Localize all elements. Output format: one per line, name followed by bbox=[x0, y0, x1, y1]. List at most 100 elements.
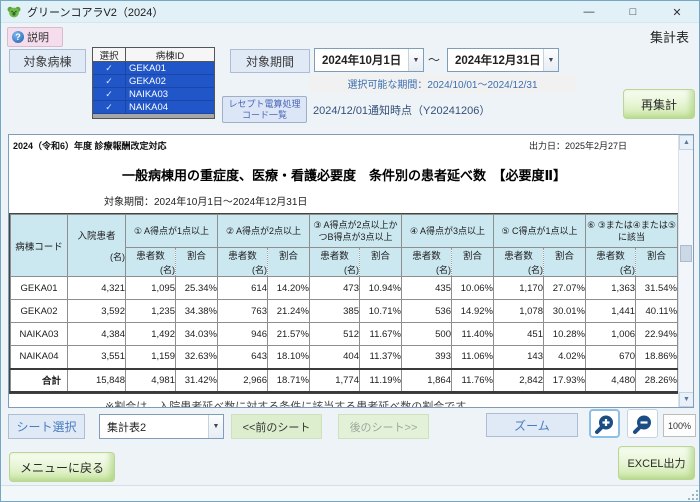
excel-export-button[interactable]: EXCEL出力 bbox=[618, 446, 695, 480]
ward-row[interactable]: ✓ GEKA01 bbox=[93, 62, 214, 75]
help-button[interactable]: ? 説明 bbox=[7, 27, 63, 47]
patients-cell: 500 bbox=[401, 322, 452, 346]
scroll-up-icon[interactable]: ▲ bbox=[679, 135, 693, 150]
receipt-code-list-button[interactable]: レセプト電算処理 コード一覧 bbox=[222, 96, 307, 123]
ward-row[interactable]: ✓ GEKA02 bbox=[93, 75, 214, 88]
minimize-button[interactable]: — bbox=[567, 1, 611, 23]
status-bar bbox=[1, 485, 699, 501]
help-button-label: 説明 bbox=[27, 32, 49, 44]
period-end-dropdown[interactable]: 2024年12月31日 ▼ bbox=[447, 48, 559, 72]
scrollbar-thumb[interactable] bbox=[680, 245, 692, 262]
patients-cell: 946 bbox=[217, 322, 268, 346]
chevron-down-icon[interactable]: ▼ bbox=[408, 49, 423, 71]
zoom-percent: 100% bbox=[663, 414, 696, 437]
table-group-header-row: 病棟コード 入院患者 (名) ① A得点が1点以上 ② A得点が2点以上 ③ A得点… bbox=[10, 214, 679, 277]
target-period-label: 対象期間 bbox=[230, 49, 310, 73]
patients-cell: 4,480 bbox=[585, 367, 637, 393]
sub-header-patients: 患者数 (名) bbox=[401, 247, 452, 277]
zoom-in-button[interactable] bbox=[589, 409, 620, 438]
sub-header-ratio: 割合 bbox=[635, 247, 679, 277]
sheet-select-label: シート選択 bbox=[8, 414, 85, 439]
scroll-down-icon[interactable]: ▼ bbox=[679, 392, 693, 407]
ward-code-cell: GEKA02 bbox=[10, 299, 68, 323]
ratio-cell: 21.24% bbox=[267, 299, 310, 323]
report-title: 一般病棟用の重症度、医療・看護必要度 条件別の患者延べ数 【必要度Ⅱ】 bbox=[121, 168, 567, 183]
ward-row[interactable]: ✓ NAIKA04 bbox=[93, 101, 214, 114]
sub-header-patients-label: 患者数 bbox=[504, 251, 533, 262]
receipt-button-line1: レセプト電算処理 bbox=[228, 98, 301, 109]
sub-header-patients: 患者数 (名) bbox=[217, 247, 268, 277]
ratio-cell: 11.76% bbox=[451, 367, 494, 393]
back-to-menu-button[interactable]: メニューに戻る bbox=[9, 452, 115, 482]
zoom-label: ズーム bbox=[486, 413, 578, 437]
table-row: NAIKA03 4,384 1,492 34.03% 946 21.57% 512 11.67… bbox=[10, 322, 679, 346]
sub-header-ratio: 割合 bbox=[451, 247, 494, 277]
ward-grid-body: ✓ GEKA01 ✓ GEKA02 ✓ NAIKA03 ✓ NAIKA04 bbox=[93, 62, 214, 114]
report-footnote-clipped: ※割合は、入院患者延べ数に対する条件に該当する患者延べ数の割合です。 bbox=[105, 401, 477, 408]
inpatients-header-label: 入院患者 bbox=[77, 231, 116, 242]
ward-code-cell: 合計 bbox=[10, 367, 68, 393]
ward-row[interactable]: ✓ NAIKA03 bbox=[93, 88, 214, 101]
ratio-cell: 17.93% bbox=[542, 367, 587, 393]
help-icon: ? bbox=[12, 31, 24, 43]
patients-cell: 643 bbox=[217, 345, 268, 369]
report-viewer: 2024（令和6）年度 診療報酬改定対応 出力日：2025年2月27日 一般病棟… bbox=[8, 134, 694, 408]
table-row: NAIKA04 3,551 1,159 32.63% 643 18.10% 404 11.37… bbox=[10, 345, 679, 369]
resize-grip[interactable] bbox=[687, 489, 698, 500]
sub-header-unit: (名) bbox=[528, 265, 543, 275]
close-button[interactable]: ✕ bbox=[655, 1, 699, 23]
patients-cell: 614 bbox=[217, 276, 268, 300]
report-edition-text: 2024（令和6）年度 診療報酬改定対応 bbox=[13, 141, 167, 151]
ratio-cell: 27.07% bbox=[542, 276, 587, 300]
ratio-cell: 18.86% bbox=[635, 345, 679, 369]
ward-row-checkbox[interactable]: ✓ bbox=[93, 62, 126, 74]
ward-grid-header: 選択 病棟ID bbox=[93, 48, 214, 62]
maximize-button[interactable]: □ bbox=[611, 1, 655, 23]
sub-header-ratio: 割合 bbox=[267, 247, 310, 277]
ward-row-checkbox[interactable]: ✓ bbox=[93, 101, 126, 113]
ratio-cell: 34.38% bbox=[175, 299, 218, 323]
zoom-out-button[interactable] bbox=[627, 409, 658, 438]
report-table-wrap: 病棟コード 入院患者 (名) ① A得点が1点以上 ② A得点が2点以上 ③ A得点… bbox=[9, 213, 680, 394]
ward-code-header: 病棟コード bbox=[10, 214, 68, 277]
ratio-cell: 31.54% bbox=[635, 276, 679, 300]
next-sheet-button[interactable]: 後のシート>> bbox=[338, 414, 429, 439]
ward-row-checkbox[interactable]: ✓ bbox=[93, 75, 126, 87]
prev-sheet-button[interactable]: <<前のシート bbox=[231, 414, 322, 439]
patients-cell: 536 bbox=[401, 299, 452, 323]
target-ward-label: 対象病棟 bbox=[9, 49, 86, 73]
patients-cell: 1,170 bbox=[493, 276, 544, 300]
sub-header-patients: 患者数 (名) bbox=[493, 247, 544, 277]
table-total-row: 合計 15,848 4,981 31.42% 2,966 18.71% 1,774 11.19… bbox=[10, 367, 679, 393]
ratio-cell: 4.02% bbox=[542, 345, 587, 369]
chevron-down-icon[interactable]: ▼ bbox=[543, 49, 558, 71]
sub-header-patients: 患者数 (名) bbox=[309, 247, 360, 277]
sub-header-unit: (名) bbox=[344, 265, 359, 275]
patients-cell: 1,235 bbox=[125, 299, 176, 323]
ratio-cell: 25.34% bbox=[175, 276, 218, 300]
report-table-body: GEKA01 4,321 1,095 25.34% 614 14.20% 473 10.94%… bbox=[10, 276, 679, 393]
sub-header-patients: 患者数 (名) bbox=[585, 247, 637, 277]
patients-cell: 1,492 bbox=[125, 322, 176, 346]
ward-code-cell: NAIKA04 bbox=[10, 345, 68, 369]
period-start-value: 2024年10月1日 bbox=[322, 55, 402, 67]
chevron-down-icon[interactable]: ▼ bbox=[208, 415, 223, 438]
ratio-cell: 40.11% bbox=[635, 299, 679, 323]
ratio-cell: 28.26% bbox=[635, 367, 679, 393]
patients-cell: 451 bbox=[493, 322, 544, 346]
sub-header-ratio: 割合 bbox=[175, 247, 218, 277]
group-header: ④ A得点が3点以上 bbox=[401, 214, 494, 248]
sub-header-patients-label: 患者数 bbox=[320, 251, 349, 262]
ward-row-checkbox[interactable]: ✓ bbox=[93, 88, 126, 100]
window-title: グリーンコアラV2（2024） bbox=[27, 6, 164, 19]
patients-cell: 1,363 bbox=[585, 276, 637, 300]
ward-grid[interactable]: 選択 病棟ID ✓ GEKA01 ✓ GEKA02 ✓ NAIKA03 ✓ NAIKA04 bbox=[92, 47, 215, 119]
report-vertical-scrollbar[interactable]: ▲ ▼ bbox=[678, 135, 693, 407]
sheet-select-dropdown[interactable]: 集計表2 ▼ bbox=[99, 414, 224, 439]
recalculate-button[interactable]: 再集計 bbox=[623, 89, 695, 119]
period-start-dropdown[interactable]: 2024年10月1日 ▼ bbox=[314, 48, 424, 72]
sub-header-unit: (名) bbox=[436, 265, 451, 275]
patients-cell: 404 bbox=[309, 345, 360, 369]
patients-cell: 763 bbox=[217, 299, 268, 323]
patients-cell: 512 bbox=[309, 322, 360, 346]
